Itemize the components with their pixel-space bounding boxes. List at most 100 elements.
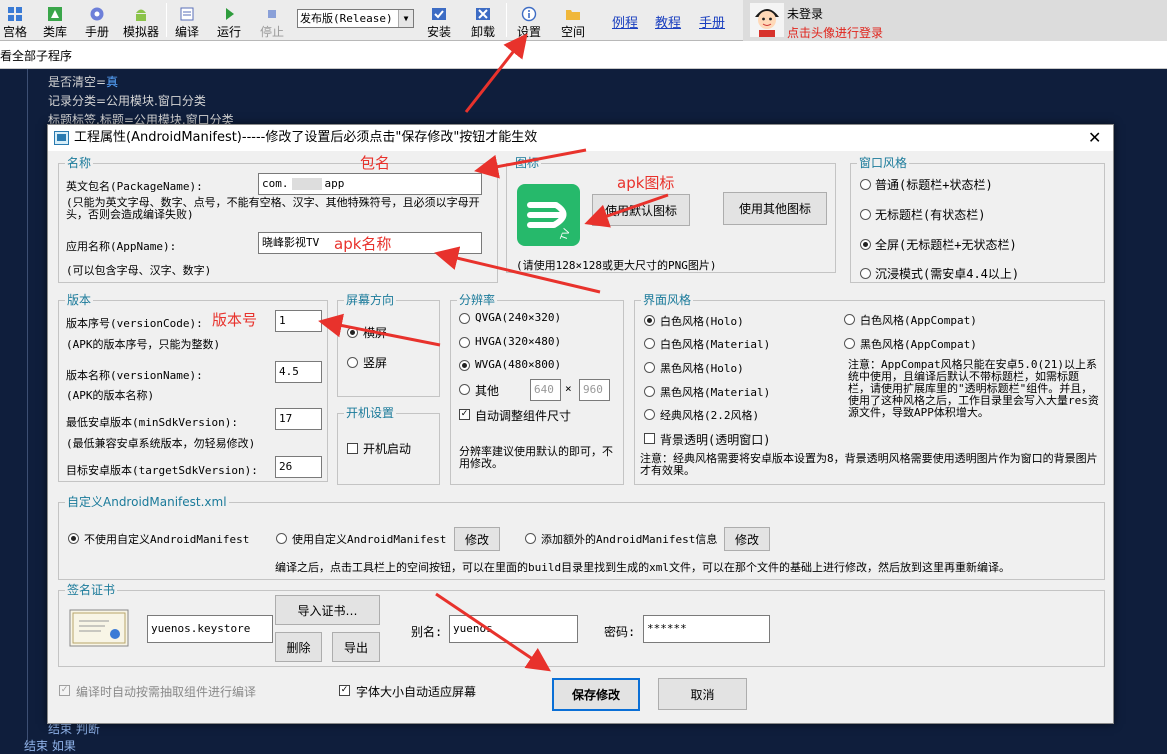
window-style-normal-radio[interactable] <box>860 179 871 190</box>
subroutine-bar: 看全部子程序 <box>0 41 1167 69</box>
info-icon <box>521 6 537 22</box>
target-sdk-input[interactable]: 26 <box>275 456 322 478</box>
ui-black-appcompat-radio[interactable] <box>844 338 855 349</box>
code-line: 记录分类=公用模块.窗口分类 <box>48 94 206 108</box>
annotation-package: 包名 <box>360 154 391 172</box>
manifest-extra-label: 添加额外的AndroidManifest信息 <box>541 533 718 546</box>
auto-compile-checkbox[interactable]: ✓ <box>59 685 70 696</box>
res-qvga-radio[interactable] <box>459 313 470 324</box>
auto-compile-label: 编译时自动按需抽取组件进行编译 <box>76 685 257 699</box>
min-sdk-input[interactable]: 17 <box>275 408 322 430</box>
window-style-fullscreen-radio[interactable] <box>860 239 871 250</box>
orientation-landscape-radio[interactable] <box>347 327 358 338</box>
ui-black-holo-radio[interactable] <box>644 362 655 373</box>
toolbar-manual-button[interactable]: 手册 <box>82 2 112 40</box>
app-name-label: 应用名称(AppName): <box>66 240 177 253</box>
examples-link[interactable]: 例程 <box>612 12 638 31</box>
use-default-icon-button[interactable]: 使用默认图标 <box>592 194 690 226</box>
toolbar-install-button[interactable]: 安装 <box>424 2 454 40</box>
toolbar-space-button[interactable]: 空间 <box>558 2 588 40</box>
use-other-icon-button[interactable]: 使用其他图标 <box>723 192 827 225</box>
orientation-group-title: 屏幕方向 <box>344 293 397 307</box>
chevron-down-icon: ▼ <box>398 10 413 27</box>
user-panel: 未登录 点击头像进行登录 <box>743 0 1167 41</box>
ui-black-material-label: 黑色风格(Material) <box>660 386 771 399</box>
res-wvga-label: WVGA(480×800) <box>475 358 562 371</box>
library-icon <box>48 7 62 21</box>
main-toolbar: 宫格 类库 手册 模拟器 编译 运行 停止 发布版(Release) ▼ 安装 … <box>0 0 1167 41</box>
res-width-input[interactable]: 640 <box>530 379 561 401</box>
delete-cert-button[interactable]: 删除 <box>275 632 322 662</box>
toolbar-compile-button[interactable]: 编译 <box>172 2 202 40</box>
target-sdk-label: 目标安卓版本(targetSdkVersion): <box>66 464 258 477</box>
toolbar-stop-button[interactable]: 停止 <box>257 2 287 40</box>
ui-white-material-radio[interactable] <box>644 338 655 349</box>
font-auto-label: 字体大小自动适应屏幕 <box>356 685 477 699</box>
window-style-immersive-label: 沉浸模式(需安卓4.4以上) <box>875 267 1020 281</box>
toolbar-label: 设置 <box>516 25 541 39</box>
manifest-group-title: 自定义AndroidManifest.xml <box>65 495 229 509</box>
manifest-custom-edit-button[interactable]: 修改 <box>454 527 500 551</box>
version-name-input[interactable]: 4.5 <box>275 361 322 383</box>
window-style-immersive-radio[interactable] <box>860 268 871 279</box>
package-name-input[interactable]: com. app <box>258 173 482 195</box>
transparent-bg-checkbox[interactable] <box>644 433 655 444</box>
res-hvga-radio[interactable] <box>459 337 470 348</box>
version-group: 版本 版本序号(versionCode): 1 (APK的版本序号，只能为整数)… <box>58 293 328 482</box>
subroutine-selector[interactable]: 看全部子程序 <box>0 49 72 63</box>
version-name-note: (APK的版本名称) <box>66 389 155 402</box>
boot-start-checkbox[interactable] <box>347 443 358 454</box>
tutorial-link[interactable]: 教程 <box>655 12 681 31</box>
manifest-group: 自定义AndroidManifest.xml 不使用自定义AndroidMani… <box>58 495 1105 580</box>
auto-resize-checkbox[interactable]: ✓ <box>459 409 470 420</box>
manifest-extra-radio[interactable] <box>525 533 536 544</box>
font-auto-checkbox[interactable]: ✓ <box>339 685 350 696</box>
toolbar-label: 手册 <box>84 25 109 39</box>
toolbar-library-button[interactable]: 类库 <box>38 2 72 40</box>
android-icon <box>136 9 146 21</box>
boot-start-label: 开机启动 <box>363 442 412 456</box>
name-group-title: 名称 <box>65 156 94 170</box>
orientation-portrait-label: 竖屏 <box>363 356 388 370</box>
resolution-group-title: 分辨率 <box>457 293 498 307</box>
toolbar-separator <box>506 3 507 37</box>
orientation-portrait-radio[interactable] <box>347 357 358 368</box>
toolbar-settings-button[interactable]: 设置 <box>514 2 544 40</box>
avatar[interactable] <box>750 3 784 37</box>
manifest-none-radio[interactable] <box>68 533 79 544</box>
install-icon <box>432 8 446 20</box>
toolbar-emulator-button[interactable]: 模拟器 <box>121 2 161 40</box>
ui-white-appcompat-radio[interactable] <box>844 314 855 325</box>
login-hint[interactable]: 点击头像进行登录 <box>787 24 883 41</box>
ui-classic-radio[interactable] <box>644 409 655 420</box>
toolbar-label: 空间 <box>560 25 585 39</box>
export-cert-button[interactable]: 导出 <box>332 632 380 662</box>
build-mode-select[interactable]: 发布版(Release) ▼ <box>297 9 414 28</box>
manifest-custom-radio[interactable] <box>276 533 287 544</box>
save-button[interactable]: 保存修改 <box>552 678 640 711</box>
version-code-input[interactable]: 1 <box>275 310 322 332</box>
import-cert-button[interactable]: 导入证书… <box>275 595 380 625</box>
toolbar-uninstall-button[interactable]: 卸载 <box>468 2 498 40</box>
classic-style-note: 注意：经典风格需要将安卓版本设置为8，背景透明风格需要使用透明图片作为窗口的背景… <box>640 452 1098 477</box>
alias-input[interactable]: yuenos <box>449 615 578 643</box>
manifest-extra-edit-button[interactable]: 修改 <box>724 527 770 551</box>
close-icon[interactable]: ✕ <box>1088 125 1101 151</box>
manual-link[interactable]: 手册 <box>699 12 725 31</box>
res-other-radio[interactable] <box>459 384 470 395</box>
ui-black-material-radio[interactable] <box>644 386 655 397</box>
code-line: 结束 如果 <box>24 739 76 753</box>
ui-white-appcompat-label: 白色风格(AppCompat) <box>860 314 977 327</box>
ui-white-holo-radio[interactable] <box>644 315 655 326</box>
password-input[interactable]: ****** <box>643 615 770 643</box>
keystore-input[interactable]: yuenos.keystore <box>147 615 273 643</box>
window-style-notitle-label: 无标题栏(有状态栏) <box>875 208 986 222</box>
toolbar-grid-button[interactable]: 宫格 <box>0 2 30 40</box>
res-wvga-radio[interactable] <box>459 360 470 371</box>
window-style-notitle-radio[interactable] <box>860 209 871 220</box>
package-name-label: 英文包名(PackageName): <box>66 180 203 193</box>
res-height-input[interactable]: 960 <box>579 379 610 401</box>
icon-size-note: (请使用128×128或更大尺寸的PNG图片) <box>516 259 717 272</box>
toolbar-run-button[interactable]: 运行 <box>214 2 244 40</box>
cancel-button[interactable]: 取消 <box>658 678 747 710</box>
